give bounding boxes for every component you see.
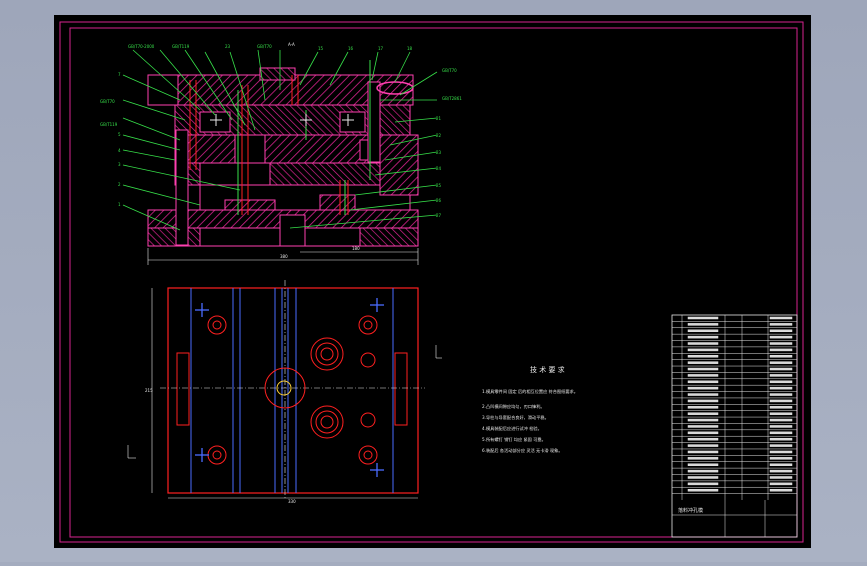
title-block-cell-text bbox=[769, 457, 793, 460]
title-block-name: 落料冲孔模 bbox=[678, 507, 703, 514]
title-block-cell-text bbox=[687, 367, 719, 371]
title-block-cell-text bbox=[769, 399, 793, 403]
section-width-dim: 380 bbox=[280, 254, 288, 259]
title-block-cell-text bbox=[769, 348, 793, 352]
title-block-cell-text bbox=[769, 412, 793, 415]
title-block-cell-text bbox=[687, 412, 719, 415]
svg-text:24: 24 bbox=[436, 166, 442, 171]
title-block-cell-text bbox=[687, 393, 719, 396]
svg-text:23: 23 bbox=[436, 150, 442, 155]
title-block-cell-text bbox=[769, 463, 793, 466]
title-block-cell-text bbox=[687, 361, 719, 364]
title-block-cell-text bbox=[687, 380, 719, 384]
cad-viewport[interactable]: GB/T70-2000 GB/T119 23 GB/T70 A-A 15 16 … bbox=[0, 0, 867, 562]
svg-text:27: 27 bbox=[436, 213, 442, 218]
title-block-cell-text bbox=[769, 367, 793, 371]
title-block-cell-text bbox=[769, 469, 793, 473]
title-block-cell-text bbox=[687, 469, 719, 473]
svg-text:25: 25 bbox=[436, 183, 442, 188]
svg-text:GB/T70: GB/T70 bbox=[100, 99, 115, 104]
svg-text:22: 22 bbox=[436, 133, 442, 138]
title-block-cell-text bbox=[687, 386, 719, 390]
title-block-cell-text bbox=[687, 399, 719, 403]
svg-text:18: 18 bbox=[407, 46, 413, 51]
svg-text:GB/T119: GB/T119 bbox=[100, 122, 118, 127]
title-block-cell-text bbox=[769, 374, 793, 377]
svg-text:16: 16 bbox=[348, 46, 354, 51]
plan-width-dim: 330 bbox=[288, 499, 296, 504]
svg-text:GB/T2861: GB/T2861 bbox=[442, 96, 462, 101]
title-block-cell-text bbox=[769, 329, 793, 333]
title-block-cell-text bbox=[769, 335, 793, 339]
title-block-cell-text bbox=[687, 329, 719, 333]
title-block-cell-text bbox=[687, 482, 719, 486]
title-block-cell-text bbox=[769, 437, 793, 441]
title-block-cell-text bbox=[687, 406, 719, 409]
tech-line-5: 5.所有螺钉 销钉 均应 紧固 可靠。 bbox=[482, 436, 546, 443]
title-block-cell-text bbox=[769, 488, 793, 492]
tech-line-2: 2.凸凹模间隙应均匀，刃口锋利。 bbox=[482, 403, 545, 410]
title-block-cell-text bbox=[687, 463, 719, 466]
title-block-cell-text bbox=[769, 431, 793, 435]
title-block-cell-text bbox=[687, 374, 719, 377]
svg-text:15: 15 bbox=[318, 46, 324, 51]
title-block-cell-text bbox=[769, 406, 793, 409]
title-block-cell-text bbox=[769, 316, 793, 320]
section-right-dim: 180 bbox=[352, 246, 360, 251]
title-block-cell-text bbox=[769, 342, 793, 345]
title-block-cell-text bbox=[769, 386, 793, 390]
tech-line-1: 1.模具零件间 固定 后的相互位置应 符合图纸要求。 bbox=[482, 388, 578, 395]
svg-text:21: 21 bbox=[436, 116, 442, 121]
title-block-cell-text bbox=[687, 323, 719, 326]
tech-requirements-title: 技 术 要 求 bbox=[530, 365, 565, 374]
title-block-cell-text bbox=[769, 418, 793, 422]
title-block-cell-text bbox=[687, 348, 719, 352]
title-block-cell-text bbox=[687, 425, 719, 428]
tech-line-4: 4.模具装配后应进行试冲 检验。 bbox=[482, 425, 542, 432]
title-block-cell-text bbox=[687, 457, 719, 460]
title-block-cell-text bbox=[769, 444, 793, 447]
title-block-cell-text bbox=[769, 355, 793, 358]
title-block-cell-text bbox=[687, 342, 719, 345]
title-block-cell-text bbox=[687, 476, 719, 479]
title-block-cell-text bbox=[769, 380, 793, 384]
svg-text:GB/T70: GB/T70 bbox=[442, 68, 457, 73]
title-block-cell-text bbox=[769, 476, 793, 479]
svg-text:GB/T70-2000: GB/T70-2000 bbox=[128, 44, 155, 49]
svg-text:23: 23 bbox=[225, 44, 231, 49]
title-block-cell-text bbox=[687, 444, 719, 447]
title-block-cell-text bbox=[687, 316, 719, 320]
drawing-sheet: GB/T70-2000 GB/T119 23 GB/T70 A-A 15 16 … bbox=[54, 15, 811, 548]
svg-text:GB/T119: GB/T119 bbox=[172, 44, 190, 49]
title-block-cell-text bbox=[687, 431, 719, 435]
plan-height-dim: 215 bbox=[145, 388, 153, 393]
title-block-cell-text bbox=[687, 335, 719, 339]
title-block-cell-text bbox=[769, 450, 793, 454]
title-block-cell-text bbox=[769, 425, 793, 428]
title-block-cell-text bbox=[687, 488, 719, 492]
title-block-cell-text bbox=[687, 355, 719, 358]
tech-line-3: 3.导柱与导套配合良好，滑动平稳。 bbox=[482, 414, 549, 421]
tech-line-6: 6.装配后 各活动部分应 灵活 无卡滞 现象。 bbox=[482, 447, 563, 454]
svg-text:GB/T70: GB/T70 bbox=[257, 44, 272, 49]
title-block-cell-text bbox=[687, 418, 719, 422]
title-block-cell-text bbox=[769, 361, 793, 364]
title-block-cell-text bbox=[687, 450, 719, 454]
title-block-cell-text bbox=[687, 437, 719, 441]
title-block-cell-text bbox=[769, 482, 793, 486]
svg-text:26: 26 bbox=[436, 198, 442, 203]
svg-text:A-A: A-A bbox=[288, 42, 295, 47]
title-block-cell-text bbox=[769, 323, 793, 326]
title-block-cell-text bbox=[769, 393, 793, 396]
svg-text:17: 17 bbox=[378, 46, 384, 51]
